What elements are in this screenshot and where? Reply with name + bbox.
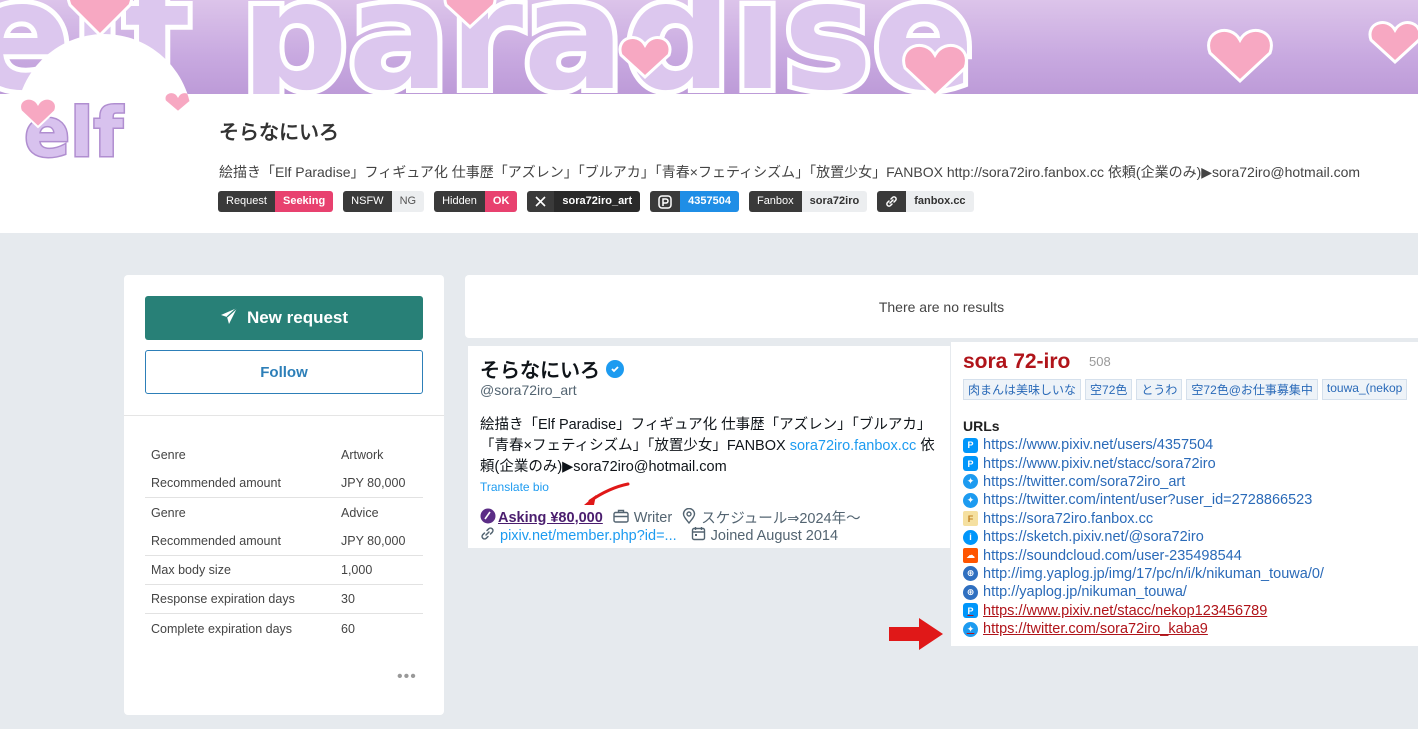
location: スケジュール⇒2024年〜 [682,507,861,528]
link-icon [877,191,907,212]
pixiv-tag[interactable]: 空72色 [1085,379,1133,400]
twitter-profile-card: そらなにいろ @sora72iro_art 絵描き「Elf Paradise」フ… [468,346,950,548]
badge-request: Request Seeking [218,191,334,212]
website[interactable]: pixiv.net/member.php?id=... [480,526,677,545]
spec-row: Complete expiration days 60 [151,621,355,636]
badge-hidden: Hidden OK [434,191,518,212]
pixiv-icon: P [963,456,978,472]
badge-pixiv[interactable]: 4357504 [650,191,739,212]
link-icon [480,526,495,545]
bio-link[interactable]: sora72iro.fanbox.cc [790,438,917,454]
pixiv-icon: P [963,603,978,619]
location-pin-icon [682,507,696,528]
red-arrow-annotation [889,618,943,650]
url-item[interactable]: Phttps://www.pixiv.net/users/4357504 [963,436,1324,454]
follow-button[interactable]: Follow [145,350,423,394]
spec-row: Response expiration days 30 [145,585,423,614]
request-card: New request Follow Genre Artwork Recommen… [124,275,444,715]
category: Writer [613,509,672,527]
soundcloud-icon: ☁ [963,548,978,564]
send-icon [220,307,238,330]
results-empty: There are no results [465,275,1418,338]
twitter-meta-row: Asking ¥80,000 Writer スケジュール⇒2024年〜 [480,507,861,528]
more-options-icon[interactable]: ••• [397,668,417,686]
profile-banner: elf paradise [0,0,1418,94]
fanbox-icon: F [963,511,978,527]
pixiv-tag-list: 肉まんは美味しいな 空72色 とうわ 空72色@お仕事募集中 touwa_(ne… [963,379,1408,400]
spec-row: Recommended amount JPY 80,000 [145,527,423,556]
pixiv-count: 508 [1089,354,1111,369]
x-icon [527,191,555,212]
spec-row: Max body size 1,000 [145,556,423,585]
pixiv-icon: P [963,437,978,453]
pixiv-tag[interactable]: 空72色@お仕事募集中 [1186,379,1318,400]
url-item[interactable]: ✦ https://twitter.com/sora72iro_art [963,473,1324,491]
url-item[interactable]: Phttps://www.pixiv.net/stacc/sora72iro [963,454,1324,472]
calendar-icon [691,526,706,545]
badge-list: Request Seeking NSFW NG Hidden OK sora72… [218,191,974,212]
url-item[interactable]: ✦ https://twitter.com/intent/user?user_id… [963,491,1324,509]
commission-icon [480,508,496,528]
creator-bio: 絵描き「Elf Paradise」フィギュア化 仕事歴「アズレン」「ブルアカ」「… [219,164,1361,180]
spec-row: Recommended amount JPY 80,000 [145,469,423,498]
twitter-icon: ✦ [963,474,978,490]
pixiv-tag[interactable]: 肉まんは美味しいな [963,379,1082,400]
twitter-handle: @sora72iro_art [480,382,577,398]
divider [124,415,444,416]
profile-header: elf paradise elf そらなにいろ 絵描き「Elf Paradise… [0,0,1418,233]
url-item-dead[interactable]: ✦ https://twitter.com/sora72iro_kaba9 [963,620,1324,638]
badge-link[interactable]: fanbox.cc [877,191,974,212]
pixiv-tag[interactable]: touwa_(nekop [1321,379,1408,400]
url-item[interactable]: Fhttps://sora72iro.fanbox.cc [963,510,1324,528]
joined-date: Joined August 2014 [691,526,838,545]
spec-table: Genre Artwork Recommended amount JPY 80,00… [145,440,423,643]
urls-heading: URLs [963,418,1000,434]
pixiv-icon [650,191,681,212]
pixiv-tag[interactable]: とうわ [1136,379,1183,400]
url-item[interactable]: ⊕ http://img.yaplog.jp/img/17/pc/n/i/k/ni… [963,565,1324,583]
twitter-name: そらなにいろ [480,354,624,383]
badge-fanbox[interactable]: Fanbox sora72iro [748,191,868,212]
translate-bio-link[interactable]: Translate bio [480,480,549,494]
spec-row: Genre Artwork [151,447,384,462]
url-item[interactable]: i https://sketch.pixiv.net/@sora72iro [963,528,1324,546]
creator-avatar: elf [16,34,192,210]
new-request-button[interactable]: New request [145,296,423,340]
briefcase-icon [613,509,629,527]
red-arrow-small-annotation [584,482,630,505]
creator-name: そらなにいろ [219,122,339,144]
twitter-meta-row: pixiv.net/member.php?id=... Joined Augus… [480,526,838,545]
globe-icon: ⊕ [963,566,978,582]
url-item-dead[interactable]: Phttps://www.pixiv.net/stacc/nekop123456… [963,602,1324,620]
url-item[interactable]: ☁ https://soundcloud.com/user-235498544 [963,546,1324,564]
spec-row: Genre Advice [151,505,379,520]
url-list: Phttps://www.pixiv.net/users/4357504 Pht… [963,436,1324,638]
pixiv-profile-card: sora 72-iro 508 肉まんは美味しいな 空72色 とうわ 空72色@… [951,342,1418,646]
sketch-icon: i [963,529,978,545]
badge-nsfw: NSFW NG [343,191,425,212]
twitter-icon: ✦ [963,621,978,637]
pixiv-name[interactable]: sora 72-iro [963,350,1070,374]
twitter-icon: ✦ [963,492,978,508]
badge-x[interactable]: sora72iro_art [527,191,641,212]
verified-icon [606,359,624,378]
url-item[interactable]: ⊕ http://yaplog.jp/nikuman_touwa/ [963,583,1324,601]
globe-icon: ⊕ [963,584,978,600]
twitter-bio: 絵描き「Elf Paradise」フィギュア化 仕事歴「アズレン」「ブルアカ」「… [480,417,935,475]
